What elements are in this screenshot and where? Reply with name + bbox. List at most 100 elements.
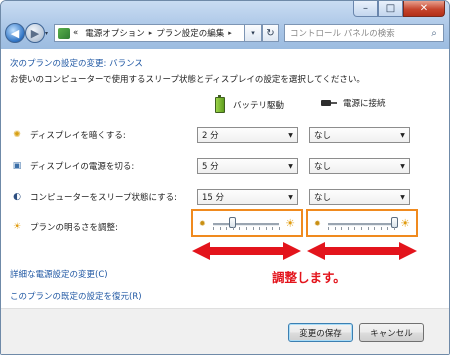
plugged-brightness-highlight: ✹ ☀ <box>306 209 418 237</box>
slider-tick <box>246 227 247 230</box>
slider-tick <box>347 227 349 230</box>
battery-column-header: バッテリ駆動 <box>215 95 285 113</box>
setting-row-dim-display: ✺ ディスプレイを暗くする: <box>11 127 126 143</box>
select-value: 5 分 <box>202 162 219 172</box>
slider-track[interactable] <box>213 223 279 226</box>
sleep-battery-select[interactable]: 15 分 ▼ <box>197 189 298 205</box>
setting-label: プランの明るさを調整: <box>30 223 118 233</box>
advanced-settings-link[interactable]: 詳細な電源設定の変更(C) <box>10 268 108 280</box>
dim-display-plugged-select[interactable]: なし ▼ <box>309 127 410 143</box>
setting-row-display-off: ▣ ディスプレイの電源を切る: <box>11 158 135 174</box>
slider-track[interactable] <box>328 223 394 226</box>
dropdown-arrow-icon[interactable]: ▼ <box>396 194 409 201</box>
dim-display-battery-select[interactable]: 2 分 ▼ <box>197 127 298 143</box>
arrow-right-icon <box>283 242 301 260</box>
button-bar: 変更の保存 キャンセル <box>1 308 449 354</box>
search-input[interactable]: コントロール パネルの検索 <box>285 27 425 39</box>
dropdown-arrow-icon[interactable]: ▼ <box>284 163 297 170</box>
save-changes-button[interactable]: 変更の保存 <box>288 323 353 342</box>
slider-tick <box>232 227 234 230</box>
display-off-battery-select[interactable]: 5 分 ▼ <box>197 158 298 174</box>
page-description: お使いのコンピューターで使用するスリープ状態とディスプレイの設定を選択してくださ… <box>10 75 365 85</box>
chevron-right-icon[interactable]: ▸ <box>228 29 232 37</box>
setting-label: コンピューターをスリープ状態にする: <box>30 193 177 203</box>
slider-tick <box>328 227 329 230</box>
slider-tick <box>341 227 343 230</box>
forward-button[interactable]: ▶ <box>25 23 45 43</box>
slider-tick <box>380 227 382 230</box>
dim-brightness-icon: ✹ <box>314 219 321 228</box>
setting-row-brightness: ☀ プランの明るさを調整: <box>11 219 118 235</box>
slider-tick <box>387 227 389 230</box>
select-value: 15 分 <box>202 193 225 203</box>
dropdown-arrow-icon[interactable]: ▼ <box>284 194 297 201</box>
plugged-brightness-slider[interactable]: ✹ ☀ <box>314 217 410 231</box>
refresh-button[interactable]: ↻ <box>262 24 279 42</box>
title-bar: – □ ✕ ◀ ▶ ▾ « 電源オプション ▸ プラン設定の編集 ▸ ▾ ↻ コ… <box>1 1 449 49</box>
slider-tick <box>279 227 280 230</box>
bright-brightness-icon: ☀ <box>285 217 295 230</box>
arrow-right-icon <box>399 242 417 260</box>
sleep-plugged-select[interactable]: なし ▼ <box>309 189 410 205</box>
restore-defaults-link[interactable]: このプランの既定の設定を復元(R) <box>10 290 142 302</box>
adjust-arrow-plugged <box>307 242 417 260</box>
select-value: 2 分 <box>202 131 219 141</box>
page-title: 次のプランの設定の変更: バランス <box>10 59 143 69</box>
maximize-button[interactable]: □ <box>378 1 403 17</box>
window: – □ ✕ ◀ ▶ ▾ « 電源オプション ▸ プラン設定の編集 ▸ ▾ ↻ コ… <box>0 0 450 355</box>
plug-icon <box>321 98 337 108</box>
minimize-button[interactable]: – <box>353 1 378 17</box>
slider-tick <box>272 227 274 230</box>
slider-tick <box>265 227 267 230</box>
adjust-annotation: 調整します。 <box>272 270 346 285</box>
adjust-arrow-battery <box>192 242 301 260</box>
brightness-icon: ☀ <box>12 222 22 232</box>
slider-tick <box>226 227 228 230</box>
slider-tick <box>213 227 214 230</box>
search-icon[interactable]: ⌕ <box>425 28 443 39</box>
select-value: なし <box>314 193 332 203</box>
search-box[interactable]: コントロール パネルの検索 ⌕ <box>284 24 444 42</box>
slider-tick <box>394 227 395 230</box>
window-controls: – □ ✕ <box>353 1 445 17</box>
arrow-shaft <box>208 247 285 255</box>
dropdown-arrow-icon[interactable]: ▼ <box>396 132 409 139</box>
main-content: 次のプランの設定の変更: バランス お使いのコンピューターで使用するスリープ状態… <box>1 49 449 354</box>
recent-pages-icon[interactable]: ▾ <box>45 30 48 37</box>
close-button[interactable]: ✕ <box>403 1 445 17</box>
plugged-column-label: 電源に接続 <box>343 99 386 109</box>
plugged-column-header: 電源に接続 <box>321 97 386 109</box>
slider-tick <box>374 227 376 230</box>
battery-column-label: バッテリ駆動 <box>233 101 285 111</box>
breadcrumb-power-options[interactable]: 電源オプション <box>85 27 145 39</box>
breadcrumb-overflow[interactable]: « <box>73 28 78 38</box>
display-off-icon: ▣ <box>12 161 22 171</box>
battery-brightness-slider[interactable]: ✹ ☀ <box>199 217 295 231</box>
setting-label: ディスプレイの電源を切る: <box>30 162 135 172</box>
dropdown-arrow-icon[interactable]: ▼ <box>284 132 297 139</box>
address-bar[interactable]: « 電源オプション ▸ プラン設定の編集 ▸ <box>54 24 245 42</box>
bright-brightness-icon: ☀ <box>400 217 410 230</box>
back-button[interactable]: ◀ <box>5 23 25 43</box>
sleep-icon: ◐ <box>13 192 21 202</box>
slider-tick <box>361 227 362 230</box>
slider-tick <box>334 227 336 230</box>
display-off-plugged-select[interactable]: なし ▼ <box>309 158 410 174</box>
dim-brightness-icon: ✹ <box>199 219 206 228</box>
select-value: なし <box>314 131 332 141</box>
dropdown-arrow-icon[interactable]: ▼ <box>396 163 409 170</box>
slider-tick <box>354 227 356 230</box>
setting-label: ディスプレイを暗くする: <box>30 131 126 141</box>
control-panel-icon <box>58 27 70 39</box>
breadcrumb-edit-plan[interactable]: プラン設定の編集 <box>156 27 224 39</box>
slider-tick <box>239 227 241 230</box>
arrow-shaft <box>323 247 401 255</box>
slider-tick <box>367 227 369 230</box>
cancel-button[interactable]: キャンセル <box>359 323 424 342</box>
slider-tick <box>252 227 254 230</box>
navigation-bar: ◀ ▶ ▾ « 電源オプション ▸ プラン設定の編集 ▸ ▾ ↻ コントロール … <box>1 21 449 45</box>
setting-row-sleep: ◐ コンピューターをスリープ状態にする: <box>11 189 177 205</box>
select-value: なし <box>314 162 332 172</box>
chevron-right-icon[interactable]: ▸ <box>149 29 153 37</box>
address-dropdown-button[interactable]: ▾ <box>245 24 262 42</box>
